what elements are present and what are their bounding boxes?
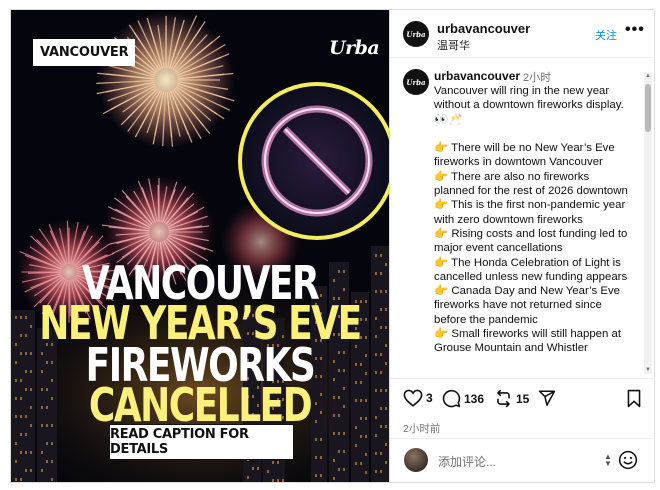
bookmark-icon: [627, 389, 641, 408]
post-time[interactable]: 2小时前: [403, 421, 440, 436]
follow-button[interactable]: 关注: [595, 27, 617, 43]
repost-count: 15: [516, 391, 530, 406]
caption-scrollbar[interactable]: ▲ ▼: [644, 72, 652, 374]
comment-input[interactable]: 添加评论...: [438, 453, 496, 470]
no-symbol-badge: [238, 82, 389, 240]
send-icon: [538, 390, 556, 406]
read-caption-banner: READ CAPTION FOR DETAILS: [109, 424, 294, 460]
city-tag: VANCOUVER: [33, 39, 136, 66]
input-resize-icon[interactable]: ▲ ▼: [604, 453, 612, 468]
more-options-icon[interactable]: •••: [625, 21, 645, 39]
caption-timestamp[interactable]: 2小时: [523, 69, 551, 85]
comment-composer: 添加评论... ▲ ▼: [390, 438, 655, 482]
post-header: Urba urbavancouver 温哥华 关注 •••: [390, 10, 655, 58]
scrollbar-thumb[interactable]: [645, 84, 651, 132]
account-avatar[interactable]: Urba: [403, 21, 429, 47]
user-avatar: [404, 448, 428, 472]
caption-area: Urba urbavancouver 2小时 Vancouver will ri…: [390, 59, 655, 375]
scroll-up-icon[interactable]: ▲: [644, 73, 652, 79]
account-name[interactable]: urbavancouver: [437, 21, 530, 36]
smiley-icon[interactable]: [618, 450, 638, 470]
location-link[interactable]: 温哥华: [437, 37, 470, 53]
comment-button[interactable]: 136: [442, 389, 484, 408]
post-sidebar: Urba urbavancouver 温哥华 关注 ••• Urba urbav…: [389, 10, 655, 482]
comment-icon: [442, 389, 461, 408]
post-image[interactable]: VANCOUVER Urba VANCOUVER NEW YEAR’S EVE …: [11, 10, 389, 482]
send-button[interactable]: [538, 389, 556, 407]
like-count: 3: [426, 391, 433, 405]
caption-text: Vancouver will ring in the new year with…: [434, 85, 628, 355]
caption-avatar[interactable]: Urba: [403, 69, 429, 95]
post-modal: VANCOUVER Urba VANCOUVER NEW YEAR’S EVE …: [10, 9, 655, 483]
save-button[interactable]: [626, 389, 642, 408]
repost-button[interactable]: 15: [494, 389, 529, 408]
like-button[interactable]: 3: [403, 389, 433, 407]
post-actions: 3 136 15 2小时前: [390, 378, 655, 438]
comment-count: 136: [464, 391, 485, 406]
heart-icon: [403, 389, 423, 407]
caption-account-name[interactable]: urbavancouver: [434, 69, 520, 83]
brand-logo: Urba: [329, 37, 380, 59]
scroll-down-icon[interactable]: ▼: [644, 367, 652, 373]
repost-icon: [497, 389, 510, 408]
